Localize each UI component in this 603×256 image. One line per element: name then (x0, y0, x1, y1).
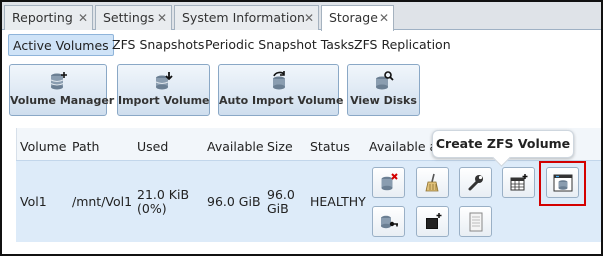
highlight-box (539, 161, 586, 206)
column-header-size[interactable]: Size (267, 139, 293, 154)
tab-label: Storage (329, 10, 378, 25)
encryption-key-button[interactable] (372, 206, 405, 237)
column-header-path[interactable]: Path (72, 139, 99, 154)
tab-label: Reporting (12, 10, 73, 25)
settings-wrench-icon (468, 175, 483, 191)
encryption-key-icon (381, 215, 398, 229)
tab-reporting[interactable]: Reporting ✕ (4, 5, 93, 30)
volume-manager-label: Volume Manager (10, 94, 115, 107)
volume-manager-button[interactable]: Volume Manager (9, 64, 115, 116)
auto-import-volume-button[interactable]: Auto Import Volume (218, 64, 344, 116)
column-header-volume[interactable]: Volume (20, 139, 67, 154)
close-icon[interactable]: ✕ (153, 6, 171, 30)
subtab-zfs-replication[interactable]: ZFS Replication (350, 34, 455, 56)
scrub-volume-button[interactable] (416, 167, 449, 198)
import-volume-button[interactable]: Import Volume (117, 64, 210, 116)
edit-options-button[interactable] (459, 167, 492, 198)
volume-used: 21.0 KiB (0%) (137, 187, 190, 216)
view-disks-label: View Disks (350, 94, 417, 107)
volume-name: Vol1 (20, 194, 47, 209)
change-permissions-button[interactable] (416, 206, 449, 237)
column-header-available[interactable]: Available (207, 139, 264, 154)
detach-volume-icon (381, 173, 398, 191)
create-dataset-button[interactable] (502, 167, 535, 198)
database-search-icon (375, 71, 394, 90)
tab-system-information[interactable]: System Information ✕ (174, 5, 319, 30)
tab-storage[interactable]: Storage ✕ (321, 5, 394, 31)
tab-label: System Information (182, 10, 305, 25)
tab-label: Settings (103, 10, 155, 25)
volume-available: 96.0 GiB (207, 194, 261, 209)
volume-path: /mnt/Vol1 (72, 194, 133, 209)
close-icon[interactable]: ✕ (375, 6, 393, 30)
close-icon[interactable]: ✕ (300, 6, 318, 30)
scrub-volume-icon (425, 173, 439, 192)
import-volume-label: Import Volume (118, 94, 210, 107)
column-header-used[interactable]: Used (137, 139, 168, 154)
subtab-active-volumes[interactable]: Active Volumes (8, 34, 114, 56)
database-refresh-icon (272, 71, 285, 90)
subtab-zfs-snapshots[interactable]: ZFS Snapshots (108, 34, 208, 56)
detach-volume-button[interactable] (372, 167, 405, 198)
main-tab-bar: Reporting ✕ Settings ✕ System Informatio… (2, 2, 601, 31)
volume-status-button[interactable] (459, 206, 492, 237)
column-header-available-actions[interactable]: Available a (369, 139, 437, 154)
close-icon[interactable]: ✕ (74, 6, 92, 30)
tab-settings[interactable]: Settings ✕ (95, 5, 172, 30)
view-disks-button[interactable]: View Disks (347, 64, 420, 116)
column-header-status[interactable]: Status (310, 139, 350, 154)
change-permissions-icon (426, 213, 442, 229)
app-frame: Reporting ✕ Settings ✕ System Informatio… (0, 0, 603, 256)
tooltip: Create ZFS Volume (432, 130, 574, 158)
volume-status-icon (469, 212, 483, 232)
volume-status: HEALTHY (310, 194, 366, 209)
storage-subtabs: Active Volumes ZFS Snapshots Periodic Sn… (5, 32, 600, 58)
subtab-periodic-snapshot-tasks[interactable]: Periodic Snapshot Tasks (201, 34, 358, 56)
volume-size: 96.0 GiB (267, 187, 295, 216)
auto-import-volume-label: Auto Import Volume (219, 94, 344, 107)
database-add-icon (50, 72, 67, 90)
database-import-icon (155, 72, 173, 90)
create-dataset-icon (510, 174, 528, 191)
